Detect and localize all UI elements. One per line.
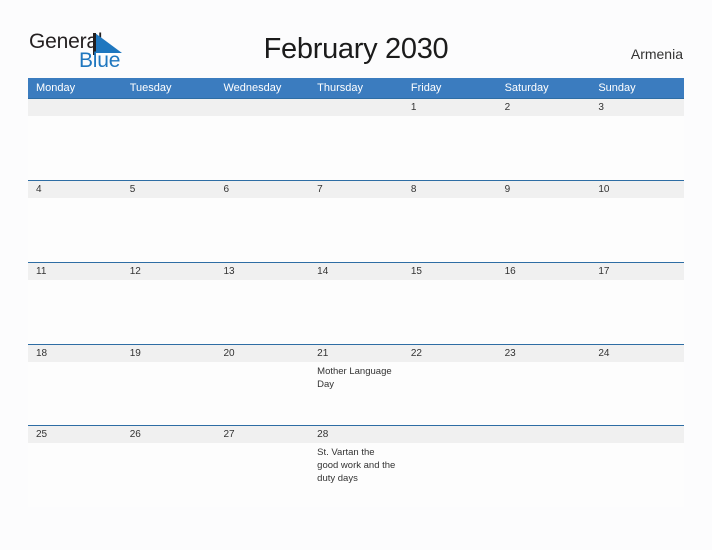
day-number: 21: [317, 348, 329, 359]
day-cell[interactable]: [28, 280, 122, 344]
day-number: 1: [410, 102, 417, 113]
day-number: 26: [129, 429, 141, 440]
day-cell[interactable]: [215, 198, 309, 262]
day-cell[interactable]: [215, 362, 309, 425]
day-cell[interactable]: [497, 362, 591, 425]
week-date-band: 18 19 20 21 22 23 24: [28, 344, 684, 362]
day-cell[interactable]: [497, 280, 591, 344]
day-cell[interactable]: [309, 116, 403, 180]
week-date-band: 25 26 27 28: [28, 425, 684, 443]
country-label: Armenia: [630, 46, 683, 62]
weekday-sunday: Sunday: [598, 82, 636, 94]
calendar-week-3: 11 12 13 14 15 16 17: [28, 262, 684, 344]
day-number: 10: [598, 184, 610, 195]
day-number: 11: [36, 266, 47, 277]
day-number: 3: [598, 102, 604, 113]
day-cell[interactable]: [215, 443, 309, 507]
day-number: 18: [36, 348, 48, 359]
calendar-grid: Monday Tuesday Wednesday Thursday Friday…: [28, 78, 684, 507]
day-cell[interactable]: [215, 116, 309, 180]
day-cell[interactable]: [497, 443, 591, 507]
day-number: 13: [223, 266, 235, 277]
week-date-band: 1 2 3: [28, 98, 684, 116]
day-cell-event[interactable]: St. Vartan the good work and the duty da…: [309, 443, 403, 507]
week-date-band: 11 12 13 14 15 16 17: [28, 262, 684, 280]
week-event-band: Mother Language Day: [28, 362, 684, 425]
day-cell[interactable]: [590, 198, 684, 262]
day-number: 4: [36, 184, 42, 195]
day-number: [215, 99, 309, 116]
day-cell[interactable]: [122, 116, 216, 180]
day-cell[interactable]: [590, 280, 684, 344]
week-event-band: [28, 198, 684, 262]
weekday-saturday: Saturday: [504, 82, 549, 94]
week-event-band: St. Vartan the good work and the duty da…: [28, 443, 684, 507]
day-number: 28: [317, 429, 329, 440]
day-cell[interactable]: [403, 362, 497, 425]
day-cell[interactable]: [590, 443, 684, 507]
day-cell[interactable]: [309, 280, 403, 344]
day-cell[interactable]: [590, 116, 684, 180]
day-number: 17: [598, 266, 610, 277]
weekday-friday: Friday: [410, 82, 442, 94]
day-number: 14: [317, 266, 329, 277]
page-header: General Blue February 2030 Armenia: [0, 0, 712, 78]
day-cell[interactable]: [28, 362, 122, 425]
calendar-week-5: 25 26 27 28 St. Vartan the good work and…: [28, 425, 684, 507]
day-number: 12: [129, 266, 141, 277]
calendar-week-2: 4 5 6 7 8 9 10: [28, 180, 684, 262]
day-cell[interactable]: [122, 443, 216, 507]
week-event-band: [28, 116, 684, 180]
day-number: 22: [410, 348, 422, 359]
day-number: 9: [504, 184, 511, 195]
day-number: 15: [410, 266, 422, 277]
day-number: 5: [129, 184, 136, 195]
weekday-wednesday: Wednesday: [223, 82, 282, 94]
week-event-band: [28, 280, 684, 344]
day-number: 23: [504, 348, 516, 359]
week-date-band: 4 5 6 7 8 9 10: [28, 180, 684, 198]
day-cell[interactable]: [28, 198, 122, 262]
day-cell[interactable]: [403, 443, 497, 507]
day-cell[interactable]: [309, 198, 403, 262]
day-number: 16: [504, 266, 516, 277]
day-cell[interactable]: [122, 362, 216, 425]
day-cell[interactable]: [215, 280, 309, 344]
day-cell-event[interactable]: Mother Language Day: [309, 362, 403, 425]
calendar-week-4: 18 19 20 21 22 23 24 Mother Language Day: [28, 344, 684, 425]
day-number: [309, 99, 403, 116]
day-cell[interactable]: [122, 280, 216, 344]
day-number: [403, 426, 497, 443]
day-cell[interactable]: [28, 443, 122, 507]
day-cell[interactable]: [590, 362, 684, 425]
day-cell[interactable]: [403, 198, 497, 262]
day-number: 6: [223, 184, 229, 195]
day-cell[interactable]: [122, 198, 216, 262]
day-cell[interactable]: [497, 198, 591, 262]
day-number: 2: [504, 102, 511, 113]
day-number: [590, 426, 684, 443]
page-title: February 2030: [263, 33, 449, 65]
weekday-header-row: Monday Tuesday Wednesday Thursday Friday…: [28, 78, 684, 98]
day-cell[interactable]: [28, 116, 122, 180]
day-number: 19: [129, 348, 141, 359]
day-number: 24: [598, 348, 610, 359]
day-number: 20: [223, 348, 235, 359]
calendar-page: General Blue February 2030 Armenia Monda…: [0, 0, 712, 550]
day-cell[interactable]: [403, 116, 497, 180]
weekday-monday: Monday: [36, 82, 76, 94]
day-number: [497, 426, 591, 443]
calendar-week-1: 1 2 3: [28, 98, 684, 180]
day-number: 8: [410, 184, 417, 195]
day-number: [122, 99, 216, 116]
day-cell[interactable]: [497, 116, 591, 180]
day-number: 25: [36, 429, 48, 440]
weekday-thursday: Thursday: [317, 82, 364, 94]
day-number: 27: [223, 429, 235, 440]
day-number: 7: [317, 184, 323, 195]
day-cell[interactable]: [403, 280, 497, 344]
day-number: [28, 99, 122, 116]
weekday-tuesday: Tuesday: [129, 82, 172, 94]
